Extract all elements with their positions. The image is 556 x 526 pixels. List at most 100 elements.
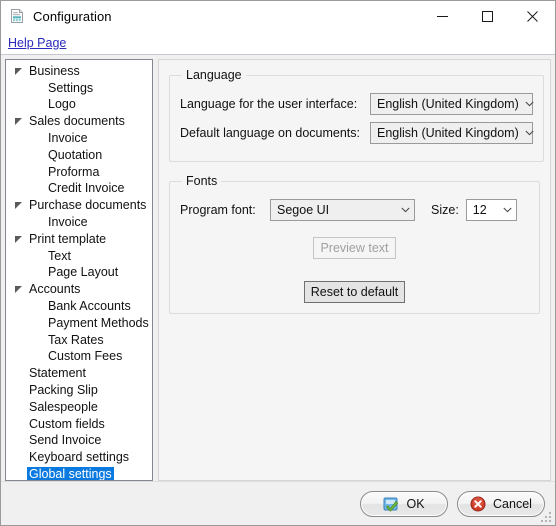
tree-item-text[interactable]: Text	[6, 248, 152, 265]
doc-language-combobox[interactable]: English (United Kingdom)	[370, 122, 534, 144]
tree-item-packing-slip[interactable]: Packing Slip	[6, 382, 152, 399]
tree-item-label: Global settings	[27, 467, 114, 481]
tree-item-label: Custom Fees	[48, 349, 123, 364]
tree-item-tax-rates[interactable]: Tax Rates	[6, 332, 152, 349]
tree-item-label: Statement	[29, 366, 86, 381]
expander-triangle-icon[interactable]	[14, 201, 27, 210]
tree-item-purchase-documents[interactable]: Purchase documents	[6, 197, 152, 214]
cancel-button[interactable]: Cancel	[457, 490, 545, 517]
tree-item-bank-accounts[interactable]: Bank Accounts	[6, 298, 152, 315]
program-font-label: Program font:	[180, 203, 256, 217]
title-bar: Configuration	[1, 1, 555, 31]
tree-item-salespeople[interactable]: Salespeople	[6, 399, 152, 416]
tree-item-label: Credit Invoice	[48, 181, 125, 196]
chevron-down-icon	[401, 207, 410, 213]
dialog-footer: OK Cancel	[1, 481, 555, 525]
tree-item-label: Sales documents	[29, 114, 125, 129]
program-font-row: Program font: Segoe UI Size: 12	[180, 199, 529, 221]
font-size-label: Size:	[431, 203, 459, 217]
resize-grip[interactable]	[540, 510, 552, 522]
ui-language-value: English (United Kingdom)	[377, 97, 519, 111]
reset-to-default-button[interactable]: Reset to default	[303, 281, 406, 303]
tree-item-accounts[interactable]: Accounts	[6, 281, 152, 298]
tree-item-invoice[interactable]: Invoice	[6, 214, 152, 231]
program-font-value: Segoe UI	[277, 203, 330, 217]
tree-item-business[interactable]: Business	[6, 63, 152, 80]
doc-language-row: Default language on documents: English (…	[180, 122, 534, 144]
help-page-link[interactable]: Help Page	[5, 35, 69, 51]
expander-triangle-icon[interactable]	[14, 117, 27, 126]
red-x-icon	[470, 496, 486, 512]
ui-language-row: Language for the user interface: English…	[180, 93, 534, 115]
ui-language-label: Language for the user interface:	[180, 97, 358, 111]
tree-item-payment-methods[interactable]: Payment Methods	[6, 315, 152, 332]
tree-item-send-invoice[interactable]: Send Invoice	[6, 433, 152, 450]
tree-item-print-template[interactable]: Print template	[6, 231, 152, 248]
tree-item-label: Send Invoice	[29, 433, 102, 448]
font-size-value: 12	[472, 203, 487, 217]
tree-item-label: Keyboard settings	[29, 450, 130, 465]
green-check-icon	[383, 496, 399, 512]
tree-item-page-layout[interactable]: Page Layout	[6, 265, 152, 282]
tree-item-label: Invoice	[48, 131, 88, 146]
tree-item-custom-fees[interactable]: Custom Fees	[6, 349, 152, 366]
minimize-button[interactable]	[420, 1, 465, 31]
tree-item-custom-fields[interactable]: Custom fields	[6, 416, 152, 433]
tree-item-label: Quotation	[48, 147, 103, 162]
expander-triangle-icon[interactable]	[14, 67, 27, 76]
ok-button-label: OK	[406, 496, 425, 511]
reset-row: Reset to default	[180, 281, 529, 303]
tree-item-label: Payment Methods	[48, 315, 149, 330]
tree-item-credit-invoice[interactable]: Credit Invoice	[6, 181, 152, 198]
tree-item-label: Logo	[48, 97, 76, 112]
tree-item-quotation[interactable]: Quotation	[6, 147, 152, 164]
preview-text-button[interactable]: Preview text	[313, 237, 396, 259]
ui-language-combobox[interactable]: English (United Kingdom)	[370, 93, 534, 115]
tree-item-logo[interactable]: Logo	[6, 97, 152, 114]
tree-item-label: Accounts	[29, 282, 81, 297]
tree-item-invoice[interactable]: Invoice	[6, 130, 152, 147]
tree-item-label: Business	[29, 63, 80, 78]
tree-item-sales-documents[interactable]: Sales documents	[6, 113, 152, 130]
tree-item-label: Bank Accounts	[48, 299, 131, 314]
close-button[interactable]	[510, 1, 555, 31]
settings-tree[interactable]: Business Settings Logo Sales documents Invoi…	[5, 59, 153, 481]
tree-item-label: Proforma	[48, 164, 100, 179]
close-icon	[527, 10, 538, 22]
fonts-group-legend: Fonts	[186, 174, 218, 188]
expander-triangle-icon[interactable]	[14, 285, 27, 294]
language-group-legend: Language	[186, 68, 242, 82]
tree-item-label: Custom fields	[29, 416, 105, 431]
tree-item-label: Packing Slip	[29, 383, 98, 398]
tree-item-label: Print template	[29, 231, 107, 246]
tree-item-global-settings[interactable]: Global settings	[6, 466, 152, 481]
maximize-button[interactable]	[465, 1, 510, 31]
tree-item-label: Text	[48, 248, 71, 263]
language-group: Language Language for the user interface…	[169, 68, 544, 162]
doc-language-label: Default language on documents:	[180, 126, 360, 140]
tree-item-label: Salespeople	[29, 399, 98, 414]
expander-triangle-icon[interactable]	[14, 235, 27, 244]
tree-item-proforma[interactable]: Proforma	[6, 164, 152, 181]
tree-item-label: Invoice	[48, 215, 88, 230]
minimize-icon	[437, 15, 448, 17]
tree-item-statement[interactable]: Statement	[6, 365, 152, 382]
fonts-group: Fonts Program font: Segoe UI Size: 12 Pr…	[169, 174, 540, 314]
chevron-down-icon	[525, 101, 534, 107]
tree-item-keyboard-settings[interactable]: Keyboard settings	[6, 449, 152, 466]
tree-item-label: Settings	[48, 80, 94, 95]
preview-row: Preview text	[180, 237, 529, 259]
chevron-down-icon	[525, 130, 534, 136]
window-title: Configuration	[33, 8, 112, 24]
configuration-window: Configuration Help Page Business Setting…	[0, 0, 556, 526]
doc-language-value: English (United Kingdom)	[377, 126, 519, 140]
cancel-button-label: Cancel	[493, 496, 532, 511]
tree-item-settings[interactable]: Settings	[6, 80, 152, 97]
program-font-combobox[interactable]: Segoe UI	[270, 199, 415, 221]
ok-button[interactable]: OK	[360, 490, 448, 517]
main-body: Business Settings Logo Sales documents Invoi…	[1, 55, 555, 481]
chevron-down-icon	[503, 207, 512, 213]
maximize-icon	[482, 10, 493, 22]
font-size-combobox[interactable]: 12	[465, 199, 517, 221]
tree-item-label: Tax Rates	[48, 332, 104, 347]
